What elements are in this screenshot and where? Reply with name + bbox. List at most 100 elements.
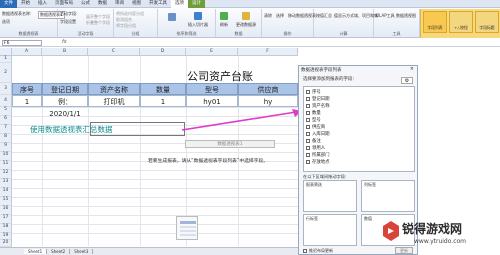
row-header[interactable]: 15 <box>0 197 12 206</box>
checkbox[interactable] <box>306 139 310 143</box>
tab-page-layout[interactable]: 页面布局 <box>51 0 77 8</box>
row-header[interactable]: 1 <box>0 56 12 63</box>
row-header[interactable]: 2 <box>0 63 12 83</box>
insert-slicer-button[interactable]: 插入切片器 <box>188 22 208 28</box>
tab-home[interactable]: 开始 <box>17 0 34 8</box>
row-header[interactable]: 4 <box>0 95 12 107</box>
checkbox[interactable] <box>306 160 310 164</box>
tab-file[interactable]: 文件 <box>0 0 17 8</box>
row-header[interactable]: 9 <box>0 143 12 152</box>
field-item[interactable]: 资产名称 <box>306 103 330 109</box>
field-item[interactable]: 存放地点 <box>306 159 330 165</box>
tab-review[interactable]: 审阅 <box>111 0 128 8</box>
olap-tools-button[interactable]: OLAP工具 <box>376 13 395 19</box>
row-header[interactable]: 11 <box>0 161 12 170</box>
row-header[interactable]: 16 <box>0 206 12 215</box>
field-item[interactable]: 登记日期 <box>306 96 330 102</box>
row-header[interactable]: 10 <box>0 152 12 161</box>
refresh-button[interactable]: 刷新 <box>220 22 228 28</box>
data-cell[interactable]: 1 <box>12 95 42 107</box>
sheet-title[interactable]: 公司资产台账 <box>150 68 290 84</box>
options-button[interactable]: 选项 <box>2 19 10 25</box>
col-header-c[interactable]: C <box>88 48 140 56</box>
sheet-tab-2[interactable]: Sheet2 <box>47 249 71 254</box>
row-header[interactable]: 14 <box>0 188 12 197</box>
name-box[interactable]: F6 <box>2 40 42 46</box>
field-settings-button[interactable]: 字段设置 <box>60 19 76 25</box>
data-cell[interactable]: 1 <box>140 95 186 107</box>
field-headers-toggle[interactable]: 字段标题 <box>475 11 499 33</box>
checkbox[interactable] <box>306 125 310 129</box>
group-field-button[interactable]: 将字段分组 <box>116 23 136 29</box>
field-item[interactable]: 数量 <box>306 110 321 116</box>
show-values-button[interactable]: 值显示方式 <box>334 13 354 19</box>
field-item[interactable]: 领用人 <box>306 145 325 151</box>
col-header-b[interactable]: B <box>42 48 88 56</box>
row-header[interactable]: 6 <box>0 116 12 125</box>
pivot-table-area[interactable]: 数据透视表1 <box>185 140 275 148</box>
col-header-e[interactable]: E <box>186 48 238 56</box>
tab-developer[interactable]: 开发工具 <box>145 0 171 8</box>
close-icon[interactable]: × <box>410 66 414 72</box>
row-header[interactable]: 12 <box>0 170 12 179</box>
data-cell[interactable]: hy <box>238 95 298 107</box>
data-cell[interactable]: hy01 <box>186 95 238 107</box>
defer-update-option[interactable]: 推迟布局更新 <box>303 248 333 254</box>
row-header[interactable]: 18 <box>0 224 12 233</box>
sheet-tab-3[interactable]: Sheet3 <box>70 249 94 254</box>
col-header-f[interactable]: F <box>238 48 298 56</box>
tab-design[interactable]: 设计 <box>188 0 205 8</box>
row-header[interactable]: 8 <box>0 134 12 143</box>
column-labels-zone[interactable]: 列标签 <box>361 180 415 212</box>
checkbox[interactable] <box>306 153 310 157</box>
select-button[interactable]: 选择 <box>276 13 284 19</box>
row-header[interactable]: 3 <box>0 83 12 95</box>
data-cell[interactable]: 例：2020/1/1 <box>42 95 88 118</box>
row-labels-zone[interactable]: 行标签 <box>303 214 357 246</box>
field-item[interactable]: 所属部门 <box>306 152 330 158</box>
fx-icon[interactable]: fx <box>62 39 67 45</box>
field-item[interactable]: 入库日期 <box>306 131 330 137</box>
sheet-tab-1[interactable]: Sheet1 <box>24 249 48 254</box>
checkbox[interactable] <box>306 90 310 94</box>
row-header[interactable]: 19 <box>0 233 12 240</box>
change-source-button[interactable]: 更改数据源 <box>236 22 256 28</box>
layout-options-icon[interactable]: ⚙ <box>401 77 413 84</box>
row-header[interactable]: 7 <box>0 125 12 134</box>
field-item[interactable]: 供应商 <box>306 124 325 130</box>
checkbox[interactable] <box>306 104 310 108</box>
checkbox[interactable] <box>303 249 307 253</box>
move-pivot-button[interactable]: 移动数据透视表 <box>288 13 316 19</box>
checkbox[interactable] <box>306 118 310 122</box>
header-cell[interactable]: 数量 <box>140 83 186 95</box>
checkbox[interactable] <box>306 146 310 150</box>
tab-view[interactable]: 视图 <box>128 0 145 8</box>
pivot-selected-range[interactable] <box>90 122 185 136</box>
collapse-field-button[interactable]: 折叠整个字段 <box>86 20 110 26</box>
col-header-d[interactable]: D <box>140 48 186 56</box>
row-header[interactable]: 5 <box>0 107 12 116</box>
field-list-button[interactable]: 字段列表 <box>423 11 447 33</box>
tab-data[interactable]: 数据 <box>94 0 111 8</box>
row-header[interactable]: 17 <box>0 215 12 224</box>
report-filter-zone[interactable]: 报表筛选 <box>303 180 357 212</box>
field-item[interactable]: 备注 <box>306 138 321 144</box>
tab-insert[interactable]: 插入 <box>34 0 51 8</box>
checkbox[interactable] <box>306 97 310 101</box>
clear-button[interactable]: 清除 <box>264 13 272 19</box>
pivot-chart-button[interactable]: 数据透视图 <box>396 13 416 19</box>
checkbox[interactable] <box>306 132 310 136</box>
select-all-corner[interactable] <box>0 48 12 56</box>
checkbox[interactable] <box>306 111 310 115</box>
tab-options[interactable]: 选项 <box>171 0 188 8</box>
plus-minus-buttons-toggle[interactable]: +/-按钮 <box>449 11 473 33</box>
header-cell[interactable]: 序号 <box>12 83 42 95</box>
field-item[interactable]: 型号 <box>306 117 321 123</box>
header-cell[interactable]: 登记日期 <box>42 83 88 95</box>
header-cell[interactable]: 供应商 <box>238 83 298 95</box>
col-header-a[interactable]: A <box>12 48 42 56</box>
summarize-button[interactable]: 按值汇总 <box>316 13 332 19</box>
field-item[interactable]: 序号 <box>306 89 321 95</box>
row-header[interactable]: 13 <box>0 179 12 188</box>
header-cell[interactable]: 型号 <box>186 83 238 95</box>
